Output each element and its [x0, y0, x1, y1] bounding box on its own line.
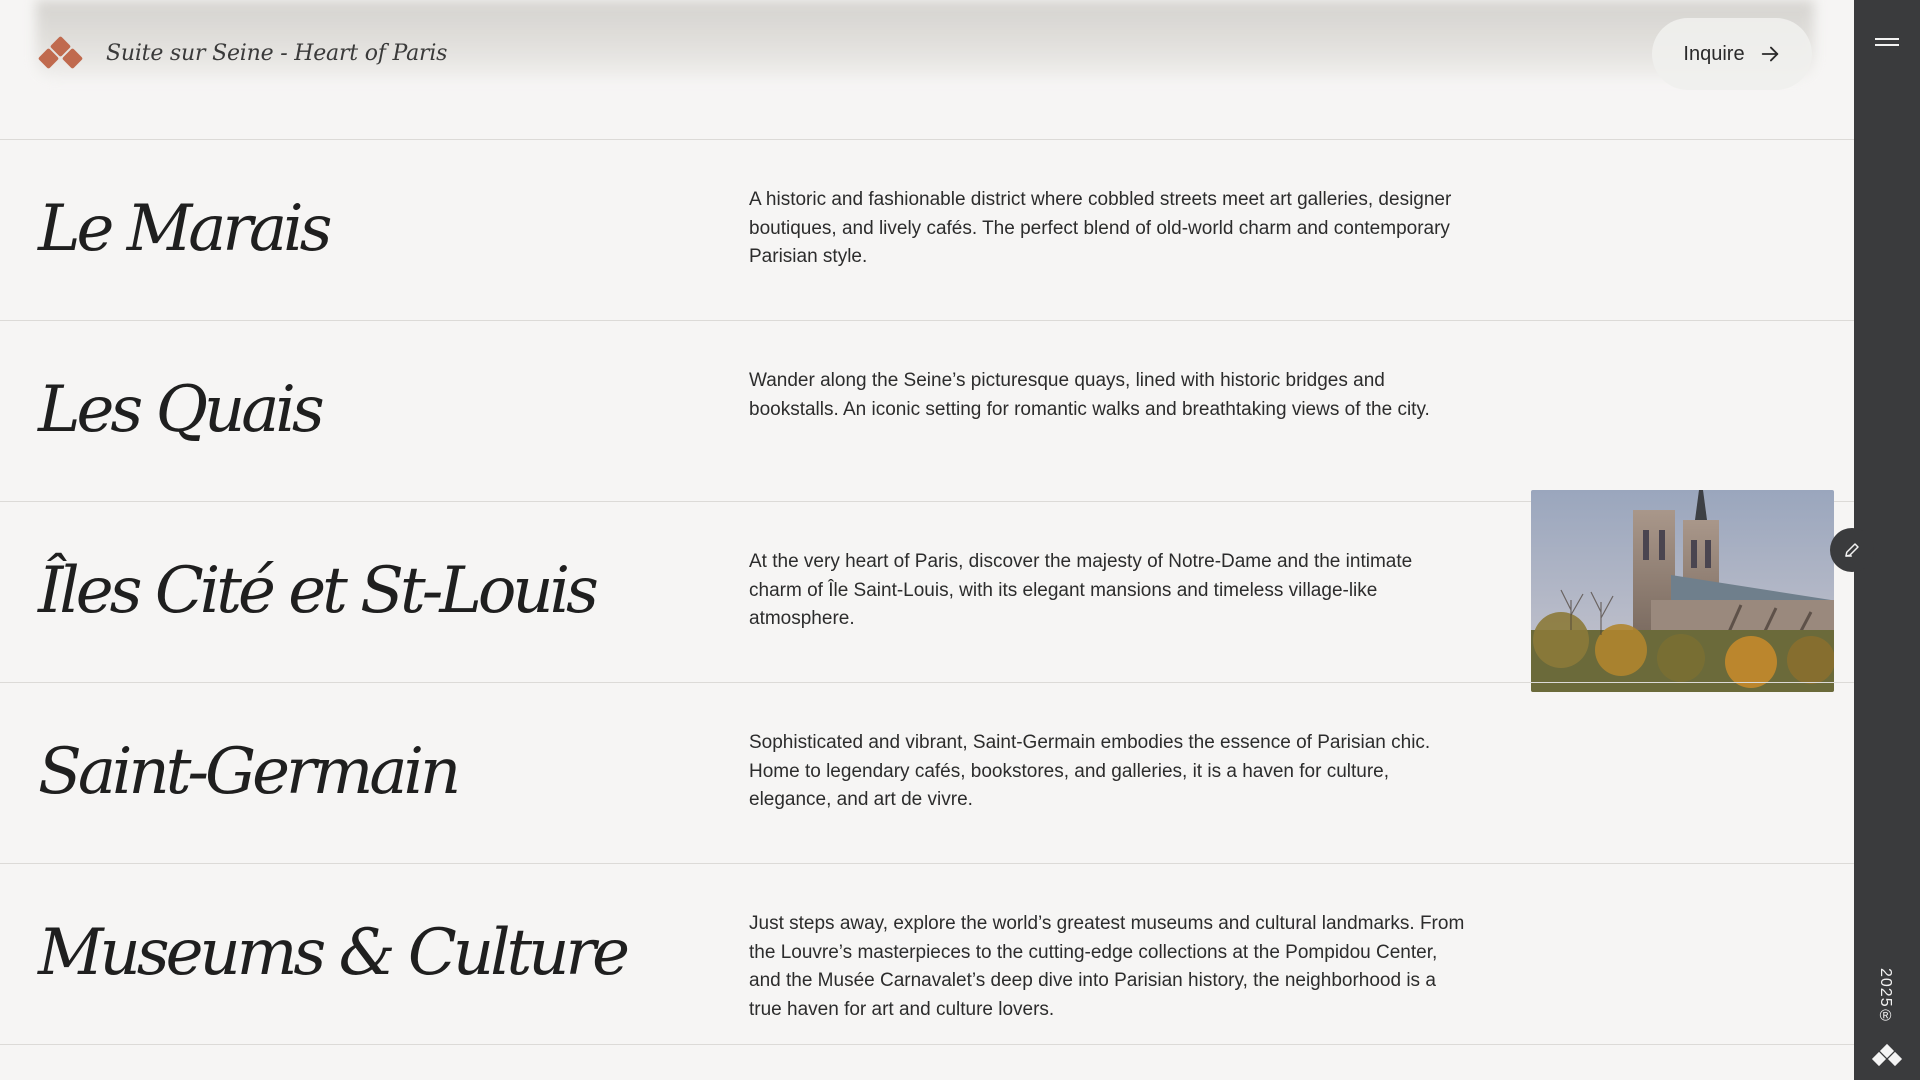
- pencil-icon: [1845, 543, 1859, 557]
- neighborhood-description: Sophisticated and vibrant, Saint-Germain…: [749, 732, 1431, 810]
- neighborhood-title: Les Quais: [38, 373, 325, 447]
- sidebar-logo-icon[interactable]: [1871, 1043, 1903, 1068]
- list-item[interactable]: Museums & Culture Just steps away, explo…: [0, 863, 1854, 1045]
- neighborhood-description: Just steps away, explore the world’s gre…: [749, 913, 1465, 1020]
- menu-icon[interactable]: [1875, 38, 1899, 50]
- neighborhood-title: Museums & Culture: [38, 916, 630, 990]
- neighborhood-title: Le Marais: [38, 192, 332, 266]
- neighborhood-list: Le Marais A historic and fashionable dis…: [0, 139, 1854, 1045]
- list-item[interactable]: Saint-Germain Sophisticated and vibrant,…: [0, 682, 1854, 863]
- notre-dame-image: [1531, 490, 1834, 692]
- site-header: Suite sur Seine - Heart of Paris Inquire: [0, 0, 1854, 110]
- inquire-button[interactable]: Inquire: [1652, 18, 1812, 90]
- brand[interactable]: Suite sur Seine - Heart of Paris: [37, 35, 448, 70]
- inquire-label: Inquire: [1683, 42, 1745, 65]
- list-item[interactable]: Les Quais Wander along the Seine’s pictu…: [0, 320, 1854, 501]
- year-label: 2025®: [1877, 968, 1894, 1026]
- neighborhood-title: Îles Cité et St-Louis: [38, 554, 599, 628]
- logo-icon: [37, 35, 84, 70]
- edit-button[interactable]: [1830, 528, 1874, 572]
- neighborhood-description: A historic and fashionable district wher…: [749, 189, 1452, 267]
- list-item[interactable]: Le Marais A historic and fashionable dis…: [0, 139, 1854, 320]
- brand-name: Suite sur Seine - Heart of Paris: [106, 40, 448, 66]
- right-sidebar: 2025®: [1830, 0, 1920, 1080]
- neighborhood-description: Wander along the Seine’s picturesque qua…: [749, 370, 1430, 420]
- neighborhood-description: At the very heart of Paris, discover the…: [749, 551, 1413, 629]
- arrow-right-icon: [1761, 46, 1778, 62]
- list-item[interactable]: Îles Cité et St-Louis At the very heart …: [0, 490, 1854, 692]
- neighborhood-title: Saint-Germain: [38, 735, 461, 809]
